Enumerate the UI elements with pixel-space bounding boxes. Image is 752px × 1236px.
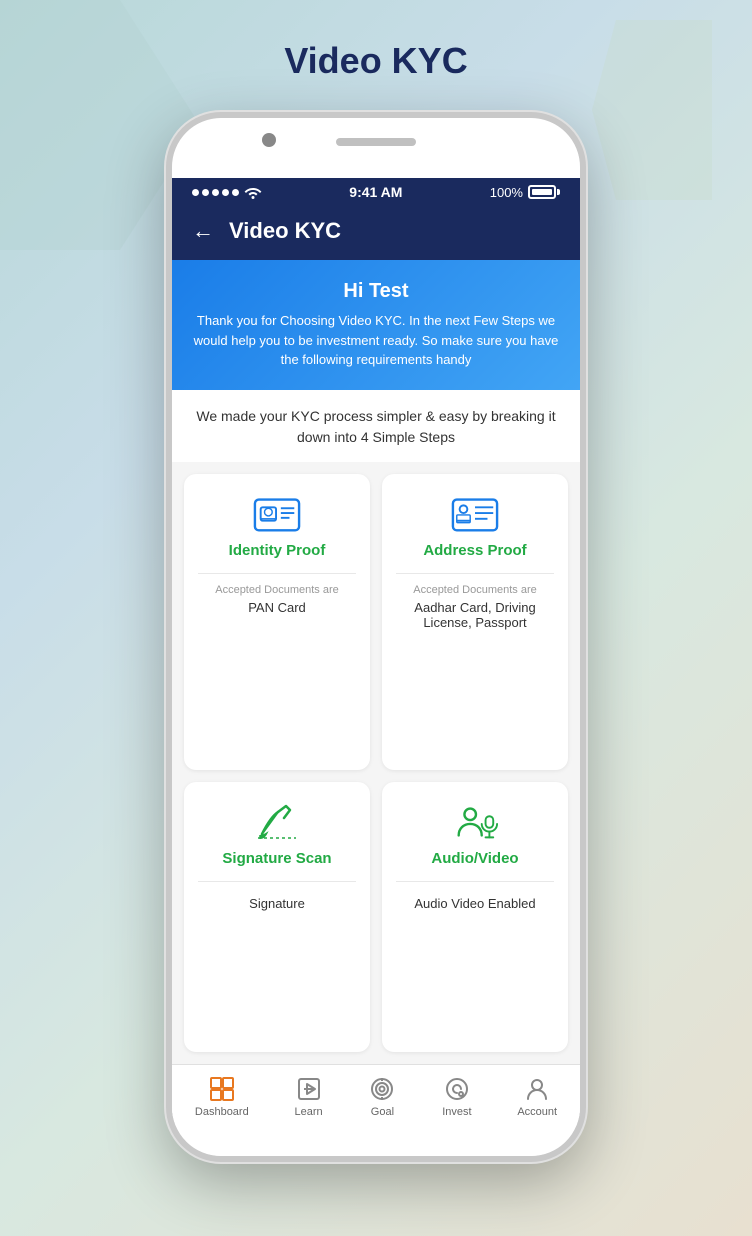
dashboard-icon [208, 1075, 236, 1103]
goal-icon [368, 1075, 396, 1103]
volume-down-button [166, 373, 167, 433]
nav-item-invest[interactable]: Invest [442, 1075, 471, 1118]
nav-item-account[interactable]: Account [517, 1075, 557, 1118]
signature-documents: Signature [249, 896, 305, 911]
card-divider [396, 881, 554, 882]
address-proof-card[interactable]: Address Proof Accepted Documents are Aad… [382, 474, 568, 771]
nav-item-learn[interactable]: Learn [295, 1075, 323, 1118]
bottom-nav: Dashboard Learn [172, 1064, 580, 1126]
identity-documents: PAN Card [248, 600, 306, 615]
phone-bottom-bar [172, 1126, 580, 1156]
bg-shape-right [592, 20, 712, 200]
invest-icon [443, 1075, 471, 1103]
identity-accepted-label: Accepted Documents are [215, 584, 339, 596]
audio-documents: Audio Video Enabled [414, 896, 535, 911]
status-right: 100% [490, 185, 560, 200]
volume-up-button [166, 298, 167, 358]
id-card-icon [253, 494, 301, 534]
phone-screen: 9:41 AM 100% ← Video KYC Hi Test Thank y… [172, 178, 580, 1126]
kyc-cards-grid: Identity Proof Accepted Documents are PA… [172, 462, 580, 1065]
audio-video-card[interactable]: Audio/Video Audio Video Enabled [382, 782, 568, 1052]
dashboard-label: Dashboard [195, 1106, 249, 1118]
goal-label: Goal [371, 1106, 394, 1118]
earpiece [336, 138, 416, 146]
invest-label: Invest [442, 1106, 471, 1118]
status-left [192, 185, 262, 199]
phone-top-bar [172, 118, 580, 178]
front-camera [262, 133, 276, 147]
address-proof-title: Address Proof [423, 542, 526, 559]
wifi-icon [244, 185, 262, 199]
power-button [585, 328, 586, 418]
signature-scan-card[interactable]: Signature Scan Signature [184, 782, 370, 1052]
app-header: ← Video KYC [172, 206, 580, 260]
main-content: We made your KYC process simpler & easy … [172, 390, 580, 1127]
app-header-title: Video KYC [229, 218, 341, 244]
battery-percent: 100% [490, 185, 523, 200]
welcome-banner: Hi Test Thank you for Choosing Video KYC… [172, 260, 580, 390]
card-divider [198, 881, 356, 882]
nav-item-goal[interactable]: Goal [368, 1075, 396, 1118]
signature-scan-title: Signature Scan [222, 850, 331, 867]
welcome-greeting: Hi Test [192, 280, 560, 303]
nav-item-dashboard[interactable]: Dashboard [195, 1075, 249, 1118]
identity-proof-card[interactable]: Identity Proof Accepted Documents are PA… [184, 474, 370, 771]
audio-video-icon [451, 802, 499, 842]
page-title: Video KYC [284, 40, 467, 82]
card-divider [396, 573, 554, 574]
back-button[interactable]: ← [192, 218, 214, 244]
battery-icon [528, 185, 560, 199]
address-accepted-label: Accepted Documents are [413, 584, 537, 596]
address-card-icon [451, 494, 499, 534]
welcome-description: Thank you for Choosing Video KYC. In the… [192, 311, 560, 370]
card-divider [198, 573, 356, 574]
status-time: 9:41 AM [349, 184, 402, 200]
learn-icon [295, 1075, 323, 1103]
status-bar: 9:41 AM 100% [172, 178, 580, 206]
audio-video-title: Audio/Video [431, 850, 518, 867]
phone-mockup: 9:41 AM 100% ← Video KYC Hi Test Thank y… [166, 112, 586, 1162]
pen-signature-icon [253, 802, 301, 842]
identity-proof-title: Identity Proof [229, 542, 326, 559]
account-label: Account [517, 1106, 557, 1118]
address-documents: Aadhar Card, Driving License, Passport [396, 600, 554, 630]
account-icon [523, 1075, 551, 1103]
steps-intro: We made your KYC process simpler & easy … [172, 390, 580, 462]
signal-strength [192, 189, 239, 196]
learn-label: Learn [295, 1106, 323, 1118]
